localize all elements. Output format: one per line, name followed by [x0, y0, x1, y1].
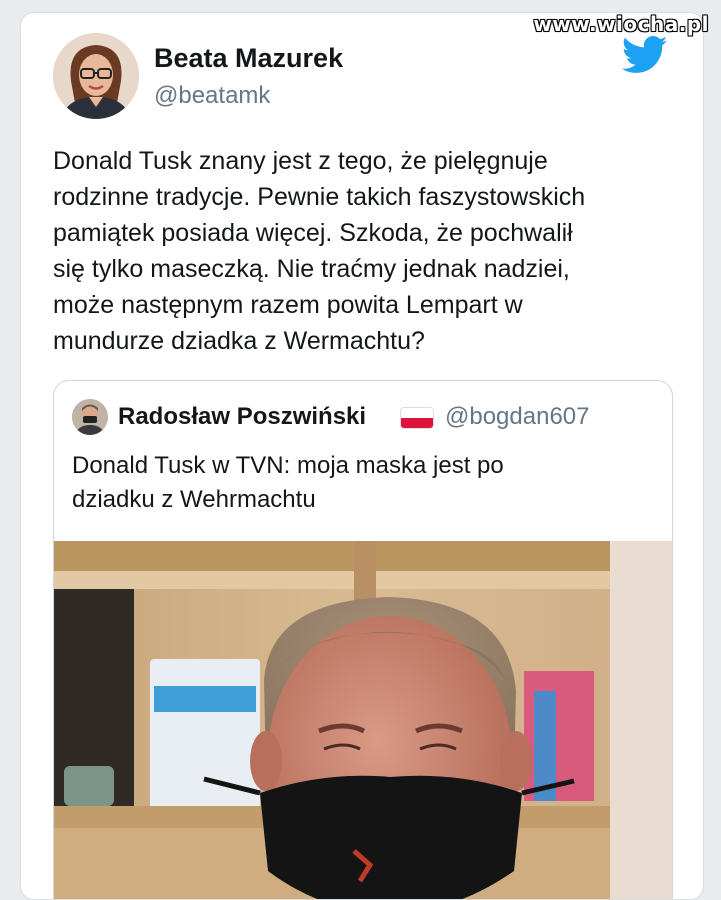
author-handle[interactable]: @beatamk [154, 82, 270, 110]
twitter-bird-icon [621, 35, 668, 75]
quoted-tweet[interactable]: Radosław Poszwiński @bogdan607 Donald Tu… [53, 380, 673, 899]
author-avatar[interactable] [53, 33, 139, 119]
tweet-card[interactable]: Beata Mazurek @beatamk Donald Tusk znany… [20, 12, 704, 900]
site-watermark: www.wiocha.pl [533, 12, 709, 36]
poland-flag-icon [401, 408, 433, 428]
quoted-author-handle[interactable]: @bogdan607 [445, 403, 590, 431]
quoted-tweet-text: Donald Tusk w TVN: moja maska jest po dz… [72, 449, 652, 517]
quoted-author-name[interactable]: Radosław Poszwiński [118, 403, 366, 431]
quoted-text-line: dziadku z Wehrmachtu [72, 486, 316, 513]
tweet-text-line: może następnym razem powita Lempart w [53, 291, 523, 319]
tweet-text-line: pamiątek posiada więcej. Szkoda, że poch… [53, 219, 573, 247]
tweet-text-line: się tylko maseczką. Nie traćmy jednak na… [53, 255, 570, 283]
author-name[interactable]: Beata Mazurek [154, 43, 343, 74]
quoted-text-line: Donald Tusk w TVN: moja maska jest po [72, 452, 504, 479]
tweet-text: Donald Tusk znany jest z tego, że pielęg… [53, 143, 673, 359]
quoted-tweet-photo[interactable] [54, 541, 672, 899]
quoted-author-avatar[interactable] [72, 399, 108, 435]
tweet-text-line: rodzinne tradycje. Pewnie takich faszyst… [53, 183, 586, 211]
tweet-text-line: Donald Tusk znany jest z tego, że pielęg… [53, 147, 548, 175]
tweet-text-line: mundurze dziadka z Wermachtu? [53, 327, 425, 355]
